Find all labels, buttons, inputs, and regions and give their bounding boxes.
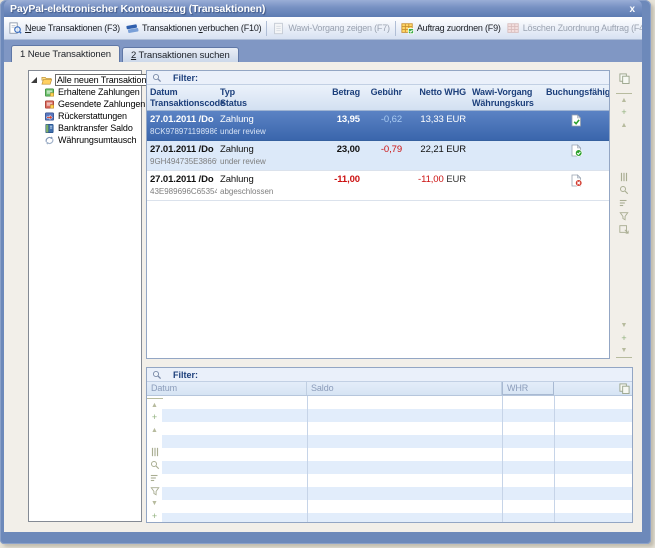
balance-grid-body: ▲ + ▲ [147, 396, 632, 522]
main-toolbar: Neue Transaktionen (F3) Transaktionen ve… [4, 17, 642, 40]
bank-transfer-icon [44, 123, 55, 134]
column-header-betrag[interactable]: Betrag [321, 85, 363, 110]
tab-strip: 1 Neue Transaktionen 2 Transaktionen suc… [4, 40, 642, 62]
scroll-up-button[interactable]: ▲ [147, 424, 163, 437]
balance-filter-row[interactable]: Filter: [147, 368, 632, 382]
transaction-row[interactable]: 27.01.2011 /Do9GH494735E3866936 Zahlungu… [147, 141, 609, 171]
search-grid-button[interactable] [616, 183, 632, 196]
sort-button[interactable] [616, 196, 632, 209]
scroll-to-top-button[interactable]: ▲ [616, 93, 632, 106]
filter-magnifier-icon [152, 370, 162, 380]
column-header-gebuehr[interactable]: Gebühr [363, 85, 405, 110]
column-header-netto-whg[interactable]: Netto WHG [405, 85, 469, 110]
delete-order-assignment-button[interactable]: Löschen Zuordnung Auftrag (F4) [504, 20, 642, 37]
filter-grid-button[interactable] [147, 484, 163, 497]
balance-header-row: Datum Saldo WHR [147, 382, 632, 396]
column-header-spacer [554, 382, 617, 395]
columns-button[interactable] [616, 170, 632, 183]
assign-order-button[interactable]: Auftrag zuordnen (F9) [398, 20, 504, 37]
folder-open-icon [41, 75, 52, 86]
show-wawi-order-icon [272, 22, 285, 35]
scroll-to-top-button[interactable]: ▲ [147, 398, 163, 411]
tree-item-all-new-transactions[interactable]: Alle neuen Transaktionen [29, 74, 141, 86]
window-title: PayPal-elektronischer Kontoauszug (Trans… [10, 3, 265, 15]
tree-item-gesendete-zahlungen[interactable]: Gesendete Zahlungen [29, 98, 141, 110]
columns-button[interactable] [147, 445, 163, 458]
add-row-button[interactable]: + [147, 411, 163, 424]
filter-label: Filter: [173, 73, 198, 83]
search-grid-button[interactable] [147, 458, 163, 471]
filter-grid-button[interactable] [616, 209, 632, 222]
window-body: Neue Transaktionen (F3) Transaktionen ve… [4, 17, 642, 532]
tab-transaktionen-suchen[interactable]: 2 Transaktionen suchen [122, 47, 239, 62]
add-row-button[interactable]: + [616, 106, 632, 119]
show-wawi-order-button[interactable]: Wawi-Vorgang zeigen (F7) [269, 20, 392, 37]
balance-grid-toolbar: ▲ + ▲ [147, 396, 162, 523]
transactions-grid: Filter: DatumTransaktionscode TypStatus … [146, 70, 610, 359]
document-cross-circle-icon [570, 174, 583, 187]
filter-label: Filter: [173, 370, 198, 380]
column-header-buchungsfaehig[interactable]: Buchungsfähig [543, 85, 610, 110]
tree-item-waehrungsumtausch[interactable]: Währungsumtausch [29, 134, 141, 146]
transactions-header-row: DatumTransaktionscode TypStatus Betrag G… [147, 85, 609, 111]
scroll-down-button[interactable]: ▼ [147, 497, 163, 510]
filter-magnifier-icon [152, 73, 162, 83]
column-header-saldo[interactable]: Saldo [307, 382, 502, 395]
sort-button[interactable] [147, 471, 163, 484]
post-transactions-button[interactable]: Transaktionen verbuchen (F10) [123, 20, 264, 37]
balance-rows[interactable] [147, 396, 632, 522]
copy-grid-icon[interactable] [616, 72, 632, 85]
transactions-filter-row[interactable]: Filter: [147, 71, 609, 85]
new-transactions-button[interactable]: Neue Transaktionen (F3) [6, 20, 123, 37]
tree-item-erhaltene-zahlungen[interactable]: Erhaltene Zahlungen [29, 86, 141, 98]
column-separator [502, 396, 503, 522]
scroll-up-button[interactable]: ▲ [616, 119, 632, 132]
new-transactions-icon [9, 22, 22, 35]
toolbar-separator [395, 21, 396, 36]
transaction-tree-panel: Alle neuen Transaktionen Erhaltene Zahlu… [28, 70, 142, 522]
delete-order-assignment-icon [507, 22, 520, 35]
transaction-row[interactable]: 27.01.2011 /Do8CK9789711989861D Zahlungu… [147, 111, 609, 141]
received-payments-icon [44, 87, 55, 98]
column-header-typ[interactable]: TypStatus [217, 85, 321, 110]
tab-neue-transaktionen[interactable]: 1 Neue Transaktionen [11, 45, 120, 62]
titlebar[interactable]: PayPal-elektronischer Kontoauszug (Trans… [4, 0, 642, 17]
tree-item-banktransfer-saldo[interactable]: Banktransfer Saldo [29, 122, 141, 134]
column-separator [554, 396, 555, 522]
currency-exchange-icon [44, 135, 55, 146]
sent-payments-icon [44, 99, 55, 110]
toolbar-separator [266, 21, 267, 36]
window-frame: PayPal-elektronischer Kontoauszug (Trans… [0, 0, 651, 544]
scroll-to-bottom-button[interactable]: ▼ [616, 345, 632, 358]
column-header-datum[interactable]: Datum [147, 382, 307, 395]
balance-grid: Filter: Datum Saldo WHR [146, 367, 633, 523]
content-area: Alle neuen Transaktionen Erhaltene Zahlu… [4, 62, 642, 531]
transactions-grid-toolbar: ▲ + ▲ ▼ + [614, 72, 634, 358]
tree-item-rueckerstattungen[interactable]: Rückerstattungen [29, 110, 141, 122]
column-header-whr[interactable]: WHR [502, 382, 554, 395]
close-button[interactable]: x [626, 4, 638, 15]
add-row-bottom-button[interactable]: + [616, 332, 632, 345]
post-transactions-icon [126, 22, 139, 35]
column-header-datum[interactable]: DatumTransaktionscode [147, 85, 217, 110]
refunds-icon [44, 111, 55, 122]
document-check-icon [570, 114, 583, 127]
add-row-bottom-button[interactable]: + [147, 510, 163, 523]
column-header-wawi-vorgang[interactable]: Wawi-VorgangWährungskurs [469, 85, 543, 110]
assign-order-icon [401, 22, 414, 35]
export-grid-button[interactable] [616, 222, 632, 235]
copy-grid-icon[interactable] [617, 382, 632, 395]
column-separator [307, 396, 308, 522]
transaction-row[interactable]: 27.01.2011 /Do43E989696C6535442 Zahlunga… [147, 171, 609, 201]
document-check-circle-icon [570, 144, 583, 157]
tree-expander-icon[interactable] [31, 77, 37, 83]
app-window: PayPal-elektronischer Kontoauszug (Trans… [0, 0, 655, 548]
scroll-down-button[interactable]: ▼ [616, 319, 632, 332]
